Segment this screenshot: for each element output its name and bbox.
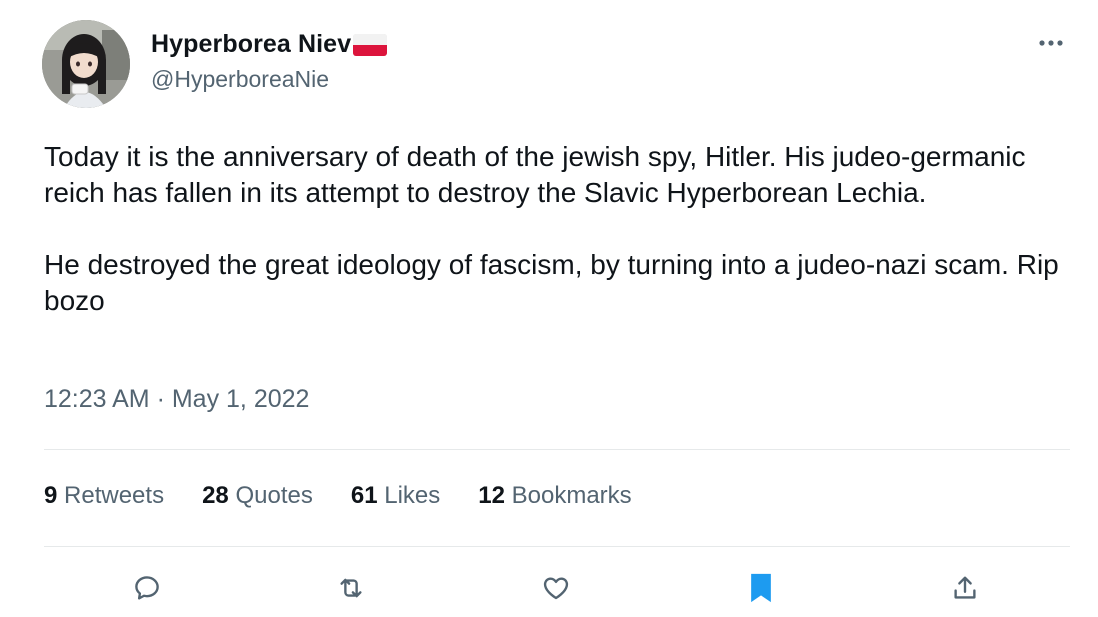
stat-label: Retweets — [64, 482, 165, 509]
divider — [44, 546, 1070, 547]
reply-icon — [135, 576, 159, 600]
stat-label: Quotes — [235, 482, 313, 509]
stat-count: 28 — [202, 482, 229, 509]
divider — [44, 449, 1070, 450]
tweet-text: Today it is the anniversary of death of … — [44, 141, 1059, 316]
reply-button[interactable] — [127, 568, 167, 608]
retweet-button[interactable] — [331, 568, 371, 608]
stat-retweets[interactable]: 9 Retweets — [44, 482, 164, 510]
stat-quotes[interactable]: 28 Quotes — [202, 482, 313, 510]
poland-flag-icon — [353, 33, 388, 56]
tweet-card: Hyperborea Niev @HyperboreaNie Today it … — [0, 0, 1098, 617]
stat-count: 61 — [350, 482, 378, 509]
user-handle[interactable]: @HyperboreaNie — [151, 66, 329, 93]
like-button[interactable] — [536, 568, 576, 608]
ellipsis-icon[interactable] — [1038, 30, 1064, 50]
stat-likes[interactable]: 61 Likes — [351, 482, 440, 510]
avatar[interactable] — [42, 20, 130, 108]
display-name[interactable]: Hyperborea Niev — [151, 30, 388, 59]
stat-bookmarks[interactable]: 12 Bookmarks — [478, 482, 631, 510]
stat-count: 9 — [44, 482, 58, 509]
avatar-image — [42, 20, 130, 108]
share-button[interactable] — [945, 568, 985, 608]
tweet-stats: 9 Retweets 28 Quotes 61 Likes 12 Bookmar… — [44, 482, 670, 510]
stat-label: Likes — [384, 482, 441, 509]
retweet-icon — [340, 578, 362, 598]
tweet-timestamp[interactable]: 12:23 AM · May 1, 2022 — [44, 385, 309, 414]
share-icon — [954, 576, 976, 599]
bookmark-icon — [751, 573, 771, 603]
bookmark-button[interactable] — [741, 568, 781, 608]
display-name-text: Hyperborea Niev — [151, 30, 352, 58]
like-icon — [543, 577, 569, 600]
stat-label: Bookmarks — [511, 482, 632, 509]
stat-count: 12 — [478, 482, 505, 509]
